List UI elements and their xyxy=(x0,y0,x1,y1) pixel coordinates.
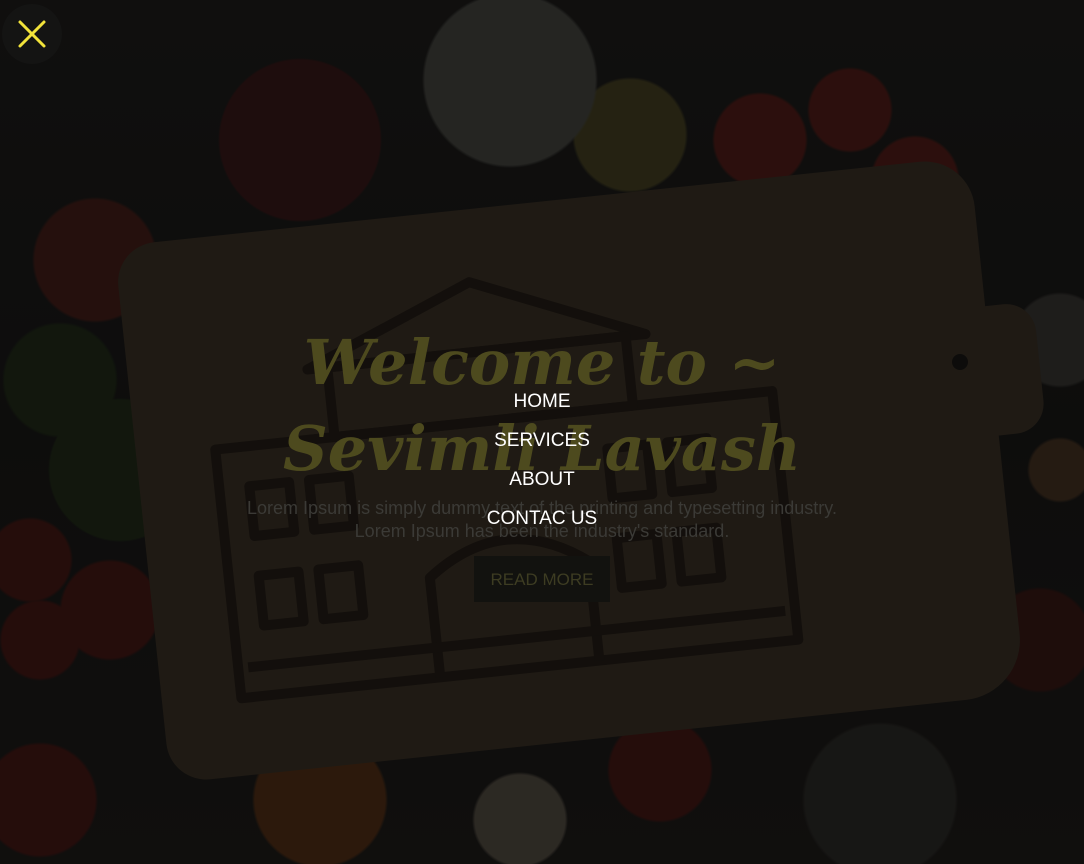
menu-item-home: HOME xyxy=(0,388,1084,427)
menu-link-services[interactable]: SERVICES xyxy=(494,427,590,455)
menu-link-contact[interactable]: CONTAC US xyxy=(487,505,597,533)
menu-link-about[interactable]: ABOUT xyxy=(509,466,574,494)
close-icon xyxy=(18,20,46,48)
menu-item-contact: CONTAC US xyxy=(0,505,1084,544)
menu-link-home[interactable]: HOME xyxy=(514,388,571,416)
menu-item-services: SERVICES xyxy=(0,427,1084,466)
hero-title-line1: Welcome to ~ xyxy=(303,326,781,399)
read-more-button[interactable]: READ MORE xyxy=(474,556,610,602)
overlay-nav-menu: HOME SERVICES ABOUT CONTAC US xyxy=(0,388,1084,544)
close-menu-button[interactable] xyxy=(2,4,62,64)
menu-item-about: ABOUT xyxy=(0,466,1084,505)
page: Welcome to ~ Sevimli Lavash Lorem Ipsum … xyxy=(0,0,1084,864)
